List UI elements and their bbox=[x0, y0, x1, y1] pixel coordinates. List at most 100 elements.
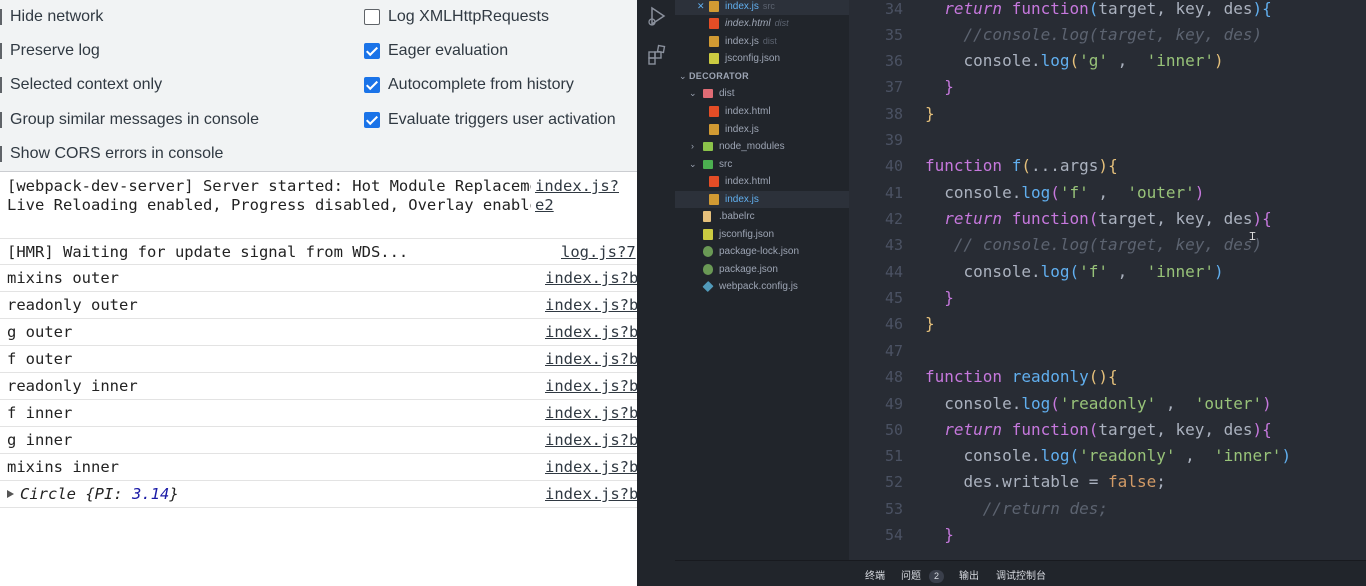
tab-problems[interactable]: 问题 2 bbox=[901, 567, 945, 583]
source-link[interactable]: index.js?b bbox=[541, 323, 637, 342]
console-message: g inner index.js?b bbox=[0, 427, 637, 454]
source-link[interactable]: index.js?b bbox=[541, 431, 637, 450]
open-editor-item[interactable]: ✕ index.js src bbox=[675, 0, 849, 15]
tree-file-active[interactable]: index.js bbox=[675, 191, 849, 208]
checkbox[interactable] bbox=[364, 9, 380, 25]
console-message: [HMR] Waiting for update signal from WDS… bbox=[0, 239, 637, 265]
line-number: 50 bbox=[884, 421, 903, 439]
file-name: .babelrc bbox=[719, 211, 755, 222]
tree-file[interactable]: index.html bbox=[675, 103, 849, 120]
source-link[interactable]: index.js?b bbox=[541, 485, 637, 504]
source-link[interactable]: index.js?b bbox=[541, 296, 637, 315]
setting-eager-evaluation[interactable]: Eager evaluation bbox=[364, 34, 508, 68]
tree-file[interactable]: .babelrc bbox=[675, 208, 849, 225]
problems-count-badge: 2 bbox=[929, 570, 945, 583]
console-message: readonly inner index.js?b bbox=[0, 373, 637, 400]
message-text: g inner bbox=[7, 431, 73, 449]
tab-label: 问题 bbox=[901, 571, 921, 582]
tree-folder-src[interactable]: ⌄ src bbox=[675, 156, 849, 173]
console-message: [webpack-dev-server] Server started: Hot… bbox=[0, 173, 637, 239]
close-icon[interactable]: ✕ bbox=[697, 0, 705, 15]
tree-folder-dist[interactable]: ⌄ dist bbox=[675, 85, 849, 102]
code-line: 51 console.log('readonly' , 'inner') bbox=[849, 443, 1366, 469]
line-number: 47 bbox=[884, 342, 903, 360]
source-link[interactable]: index.js?b bbox=[541, 404, 637, 423]
setting-group-similar[interactable]: Group similar messages in console bbox=[0, 103, 259, 137]
code-text: //return des; bbox=[925, 499, 1109, 518]
source-link[interactable]: index.js?b bbox=[541, 269, 637, 288]
setting-selected-context-only[interactable]: Selected context only bbox=[0, 68, 162, 102]
message-text: mixins outer bbox=[7, 269, 119, 287]
open-editor-item[interactable]: jsconfig.json bbox=[675, 50, 849, 67]
tree-file[interactable]: package-lock.json bbox=[675, 243, 849, 260]
open-editor-item[interactable]: index.js dist bbox=[675, 33, 849, 50]
setting-autocomplete-history[interactable]: Autocomplete from history bbox=[364, 68, 574, 102]
tree-file[interactable]: index.js bbox=[675, 121, 849, 138]
html-file-icon bbox=[709, 106, 719, 117]
line-number: 34 bbox=[884, 0, 903, 18]
code-line: 50 return function(target, key, des){ bbox=[849, 417, 1366, 443]
checkbox[interactable] bbox=[0, 9, 6, 25]
line-number: 35 bbox=[884, 26, 903, 44]
object-key: PI bbox=[94, 485, 114, 503]
checkbox[interactable] bbox=[0, 43, 6, 59]
line-number: 48 bbox=[884, 368, 903, 386]
code-text: } bbox=[944, 525, 954, 544]
setting-hide-network[interactable]: Hide network bbox=[0, 0, 103, 34]
open-editor-item[interactable]: index.html dist bbox=[675, 15, 849, 32]
setting-preserve-log[interactable]: Preserve log bbox=[0, 34, 100, 68]
code-text: console.log('readonly' , 'inner') bbox=[925, 446, 1292, 465]
explorer-sidebar: ✕ index.js src index.html dist index.js dis… bbox=[675, 0, 849, 560]
source-link[interactable]: index.js?b bbox=[541, 458, 637, 477]
setting-evaluate-triggers[interactable]: Evaluate triggers user activation bbox=[364, 103, 616, 137]
setting-show-cors-errors[interactable]: Show CORS errors in console bbox=[0, 137, 223, 171]
setting-log-xhr[interactable]: Log XMLHttpRequests bbox=[364, 0, 549, 34]
tab-output[interactable]: 输出 bbox=[959, 567, 979, 582]
line-number: 52 bbox=[884, 473, 903, 491]
code-line: 43 // console.log(target, key, des) bbox=[849, 232, 1366, 258]
console-settings: Hide network Preserve log Selected conte… bbox=[0, 0, 637, 172]
code-line: 44 console.log('f' , 'inner') bbox=[849, 259, 1366, 285]
code-text: } bbox=[925, 104, 935, 123]
message-text: g outer bbox=[7, 323, 73, 341]
checkbox[interactable] bbox=[364, 43, 380, 59]
setting-label: Evaluate triggers user activation bbox=[388, 111, 616, 128]
file-name: index.js bbox=[725, 194, 759, 205]
source-link[interactable]: index.js?b bbox=[541, 350, 637, 369]
run-debug-icon[interactable] bbox=[646, 5, 668, 27]
text-cursor-icon: Ｉ bbox=[1247, 231, 1258, 243]
source-link[interactable]: index.js?b bbox=[541, 377, 637, 396]
checkbox[interactable] bbox=[0, 146, 6, 162]
file-hint: dist bbox=[774, 18, 789, 28]
object-preview[interactable]: Circle {PI: 3.14} bbox=[20, 485, 179, 503]
activity-bar bbox=[637, 0, 675, 586]
file-name: index.js bbox=[725, 1, 759, 12]
tree-file[interactable]: index.html bbox=[675, 173, 849, 190]
tab-debug-console[interactable]: 调试控制台 bbox=[996, 567, 1046, 582]
source-link[interactable]: log.js?7 bbox=[557, 243, 637, 262]
tree-file[interactable]: package.json bbox=[675, 261, 849, 278]
code-line: 53 //return des; bbox=[849, 496, 1366, 522]
console-message: g outer index.js?b bbox=[0, 319, 637, 346]
extensions-icon[interactable] bbox=[646, 44, 668, 66]
code-editor[interactable]: 34 return function(target, key, des){ 35… bbox=[849, 0, 1366, 560]
checkbox[interactable] bbox=[0, 112, 6, 128]
tree-file[interactable]: jsconfig.json bbox=[675, 226, 849, 243]
project-section-header[interactable]: ⌄ DECORATOR bbox=[675, 68, 849, 85]
code-line: 45 } bbox=[849, 285, 1366, 311]
checkbox[interactable] bbox=[364, 112, 380, 128]
message-text: [HMR] Waiting for update signal from WDS… bbox=[7, 243, 409, 261]
line-number: 53 bbox=[884, 500, 903, 518]
tab-terminal[interactable]: 终端 bbox=[865, 567, 885, 582]
console-object-message[interactable]: Circle {PI: 3.14} index.js?b bbox=[0, 481, 637, 508]
js-file-icon bbox=[709, 124, 719, 135]
devtools-console-panel: Hide network Preserve log Selected conte… bbox=[0, 0, 637, 586]
tree-folder-node-modules[interactable]: › node_modules bbox=[675, 138, 849, 155]
checkbox[interactable] bbox=[364, 77, 380, 93]
tree-file[interactable]: webpack.config.js bbox=[675, 278, 849, 295]
source-link[interactable]: index.js?e2 bbox=[531, 177, 637, 215]
expand-caret-icon[interactable] bbox=[7, 490, 14, 498]
checkbox[interactable] bbox=[0, 77, 6, 93]
file-name: jsconfig.json bbox=[725, 53, 781, 64]
file-name: index.html bbox=[725, 18, 771, 29]
